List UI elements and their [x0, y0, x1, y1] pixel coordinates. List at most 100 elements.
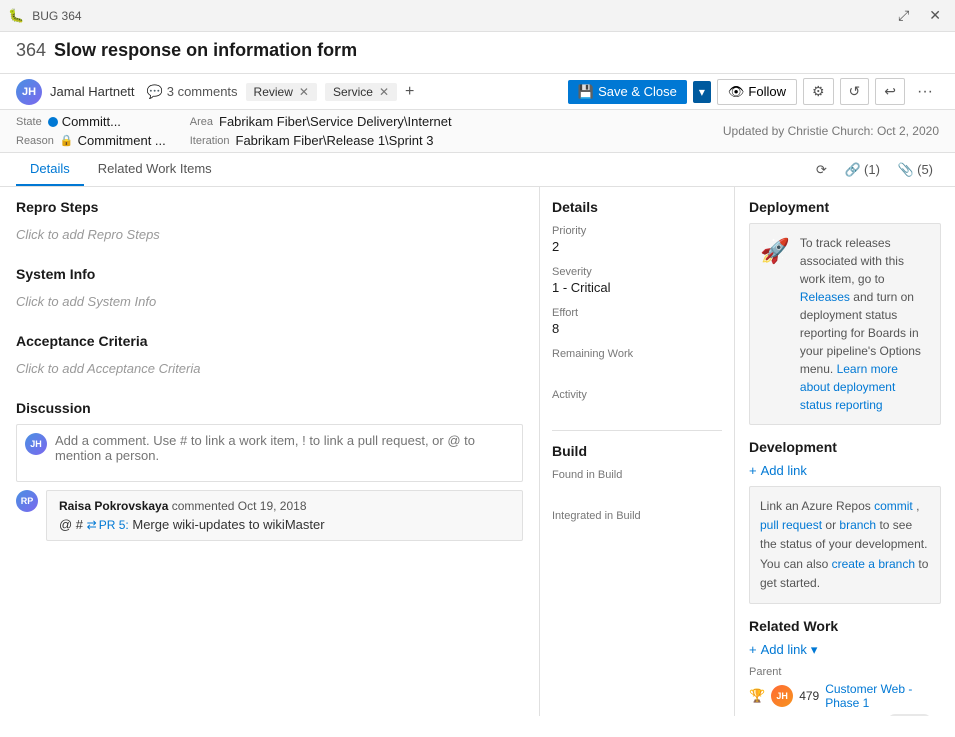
- expand-button[interactable]: ⤢: [892, 5, 915, 26]
- meta-row: State Committ... Reason 🔒 Commitment ...…: [0, 110, 955, 153]
- title-bar: 🐛 BUG 364 ⤢ ✕: [0, 0, 955, 32]
- tab-related-work[interactable]: Related Work Items: [84, 153, 226, 186]
- add-link-label: Add link: [761, 463, 807, 478]
- bug-title-text: Slow response on information form: [54, 40, 357, 61]
- review-tag-label: Review: [254, 85, 293, 99]
- branch-link[interactable]: branch: [839, 518, 876, 532]
- updated-text: Updated by Christie Church: Oct 2, 2020: [723, 124, 939, 138]
- state-field: State Committ...: [16, 114, 166, 129]
- save-icon: 💾: [578, 84, 594, 100]
- service-tag-close[interactable]: ✕: [379, 85, 389, 99]
- pull-request-link[interactable]: pull request: [760, 518, 822, 532]
- comment-header: Raisa Pokrovskaya commented Oct 19, 2018: [59, 499, 510, 513]
- activity-value[interactable]: [552, 403, 722, 418]
- related-item-meta: Updated 23/Apr/2021, ● New: [777, 714, 941, 716]
- found-in-value[interactable]: [552, 483, 722, 498]
- save-close-button[interactable]: 💾 Save & Close: [568, 80, 687, 104]
- tabs-panel: Details Related Work Items ⟳ 🔗 (1) 📎 (5): [0, 153, 955, 187]
- parent-label: Parent: [749, 666, 941, 678]
- plus-icon2: +: [749, 642, 757, 657]
- comments-button[interactable]: 💬 3 comments: [147, 84, 238, 100]
- state-col: State Committ... Reason 🔒 Commitment ...: [16, 114, 166, 148]
- deployment-text: To track releases associated with this w…: [800, 234, 930, 414]
- priority-value[interactable]: 2: [552, 239, 722, 254]
- close-button[interactable]: ✕: [923, 5, 947, 26]
- more-button[interactable]: ···: [911, 79, 939, 105]
- links-button[interactable]: 🔗 (1): [839, 158, 886, 182]
- add-tag-button[interactable]: +: [405, 83, 414, 101]
- area-value[interactable]: Fabrikam Fiber\Service Delivery\Internet: [219, 114, 452, 129]
- pr-badge: ⇄ PR 5:: [87, 518, 129, 532]
- refresh-button[interactable]: ↺: [840, 78, 870, 105]
- effort-field: Effort 8: [552, 307, 722, 336]
- comment-input[interactable]: [55, 433, 514, 473]
- comment-text: Merge wiki-updates to wikiMaster: [132, 517, 324, 532]
- tab-details[interactable]: Details: [16, 153, 84, 186]
- chevron-down-icon: ▾: [811, 642, 818, 658]
- service-tag[interactable]: Service ✕: [325, 83, 397, 101]
- lock-icon: 🔒: [60, 134, 74, 147]
- build-title: Build: [552, 443, 722, 459]
- history-button[interactable]: ⟳: [810, 158, 833, 182]
- related-work-title: Related Work: [749, 618, 941, 634]
- comment-content: Raisa Pokrovskaya commented Oct 19, 2018…: [46, 490, 523, 541]
- area-field: Area Fabrikam Fiber\Service Delivery\Int…: [190, 114, 452, 129]
- iteration-value[interactable]: Fabrikam Fiber\Release 1\Sprint 3: [236, 133, 434, 148]
- review-tag[interactable]: Review ✕: [246, 83, 317, 101]
- releases-link[interactable]: Releases: [800, 290, 850, 304]
- commenter-avatar: RP: [16, 490, 38, 512]
- remaining-work-field: Remaining Work: [552, 348, 722, 377]
- title-bar-right: ⤢ ✕: [892, 5, 947, 26]
- add-related-link-button[interactable]: + Add link ▾: [749, 642, 817, 658]
- system-info-add[interactable]: Click to add System Info: [16, 290, 523, 313]
- state-value[interactable]: Committ...: [48, 114, 121, 129]
- remaining-work-label: Remaining Work: [552, 348, 722, 360]
- review-tag-close[interactable]: ✕: [299, 85, 309, 99]
- discussion-title: Discussion: [16, 400, 523, 416]
- remaining-work-value[interactable]: [552, 362, 722, 377]
- integrated-value[interactable]: [552, 524, 722, 539]
- undo-button[interactable]: ↩: [875, 78, 905, 105]
- reason-text: Commitment ...: [78, 133, 166, 148]
- reason-value[interactable]: 🔒 Commitment ...: [60, 133, 166, 148]
- comments-count: 3 comments: [167, 84, 238, 99]
- activity-label: Activity: [552, 389, 722, 401]
- effort-value[interactable]: 8: [552, 321, 722, 336]
- comment-box: JH: [16, 424, 523, 482]
- iteration-text: Fabrikam Fiber\Release 1\Sprint 3: [236, 133, 434, 148]
- repro-steps-add[interactable]: Click to add Repro Steps: [16, 223, 523, 246]
- commit-link[interactable]: commit: [874, 499, 913, 513]
- integrated-field: Integrated in Build: [552, 510, 722, 539]
- acceptance-add[interactable]: Click to add Acceptance Criteria: [16, 357, 523, 380]
- severity-value[interactable]: 1 - Critical: [552, 280, 722, 295]
- attachments-button[interactable]: 📎 (5): [892, 158, 939, 182]
- area-label: Area: [190, 116, 213, 128]
- deployment-title: Deployment: [749, 199, 941, 215]
- eye-icon: 👁: [728, 84, 745, 100]
- save-dropdown-button[interactable]: ▾: [693, 81, 711, 103]
- related-item-link[interactable]: Customer Web - Phase 1: [825, 682, 941, 710]
- commenter-name: Raisa Pokrovskaya: [59, 499, 168, 513]
- add-dev-link-button[interactable]: + Add link: [749, 463, 807, 478]
- development-section: Development + Add link Link an Azure Rep…: [749, 439, 941, 604]
- details-title: Details: [552, 199, 722, 215]
- follow-button[interactable]: 👁 Follow: [717, 79, 797, 105]
- repro-steps-title: Repro Steps: [16, 199, 523, 215]
- state-label: State: [16, 116, 42, 128]
- pr-link[interactable]: PR 5:: [99, 518, 129, 532]
- integrated-label: Integrated in Build: [552, 510, 722, 522]
- reason-label: Reason: [16, 135, 54, 147]
- related-item: 🏆 JH 479 Customer Web - Phase 1: [749, 682, 941, 710]
- effort-label: Effort: [552, 307, 722, 319]
- middle-panel: Details Priority 2 Severity 1 - Critical…: [540, 187, 735, 716]
- user-name: Jamal Hartnett: [50, 84, 135, 99]
- create-branch-link[interactable]: create a branch: [832, 557, 915, 571]
- found-in-field: Found in Build: [552, 469, 722, 498]
- bug-title: 364 Slow response on information form: [16, 40, 939, 61]
- priority-label: Priority: [552, 225, 722, 237]
- tab-icons: ⟳ 🔗 (1) 📎 (5): [810, 153, 939, 186]
- bug-icon: 🐛: [8, 8, 24, 24]
- current-user-avatar: JH: [25, 433, 47, 455]
- comment-icon: 💬: [147, 84, 163, 100]
- settings-button[interactable]: ⚙: [803, 78, 834, 105]
